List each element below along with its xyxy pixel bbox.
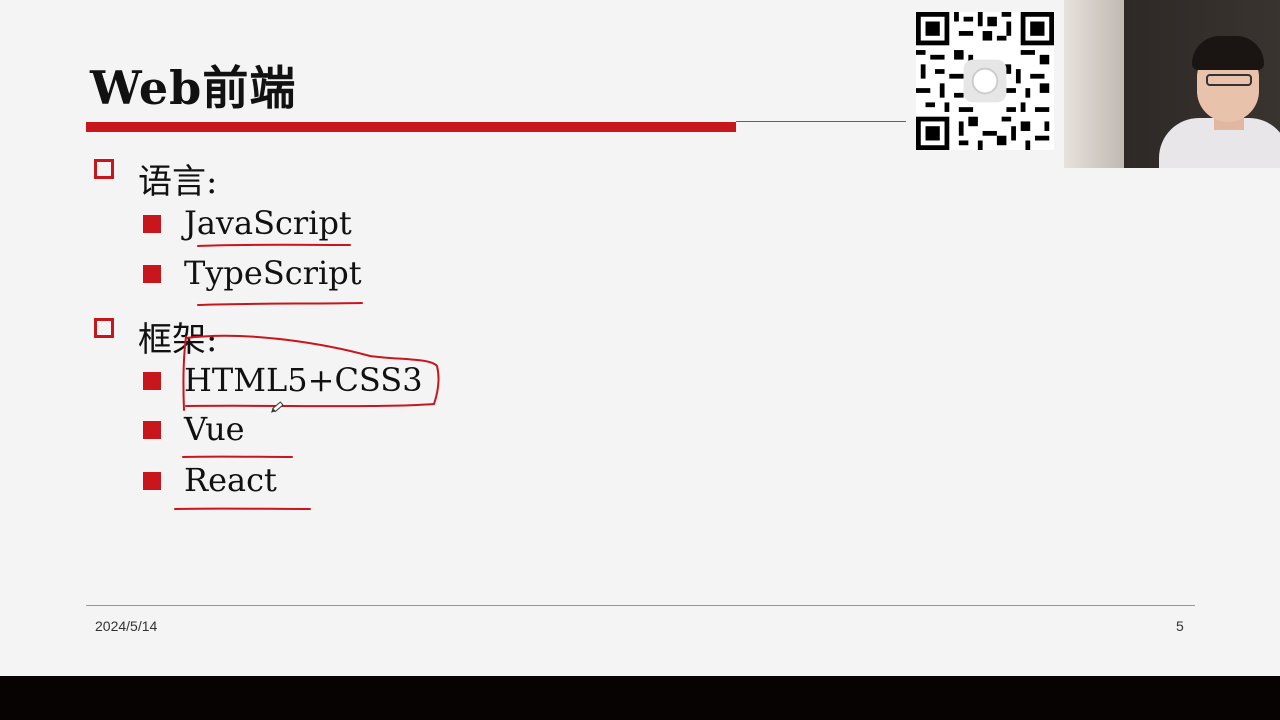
list-item-html5-css3: HTML5+CSS3 [184, 361, 423, 399]
solid-square-icon [143, 421, 161, 439]
solid-square-icon [143, 265, 161, 283]
list-item-typescript: TypeScript [184, 254, 362, 292]
list-item-react: React [184, 461, 277, 499]
hollow-square-icon [94, 318, 114, 338]
solid-square-icon [143, 472, 161, 490]
page-number: 5 [1176, 618, 1184, 634]
footer-date: 2024/5/14 [95, 618, 158, 634]
solid-square-icon [143, 372, 161, 390]
footer-divider [86, 605, 1195, 606]
underline-typescript [197, 302, 363, 306]
video-letterbox-bar [0, 676, 1280, 720]
qr-code-icon [916, 12, 1054, 150]
presenter-webcam [1064, 0, 1280, 168]
section-heading-language: 语言: [138, 162, 218, 202]
hollow-square-icon [94, 159, 114, 179]
title-underline-thin [736, 121, 906, 122]
slide-title: Web前端 [90, 61, 297, 115]
solid-square-icon [143, 215, 161, 233]
underline-javascript [197, 243, 351, 247]
list-item-javascript: JavaScript [184, 204, 352, 242]
presentation-slide: Web前端 语言: JavaScript TypeScript 框架: HTML… [0, 0, 1280, 676]
pen-cursor-icon [270, 401, 284, 413]
section-heading-framework: 框架: [138, 320, 218, 360]
title-underline-bar [86, 122, 736, 132]
list-item-vue: Vue [184, 410, 245, 448]
